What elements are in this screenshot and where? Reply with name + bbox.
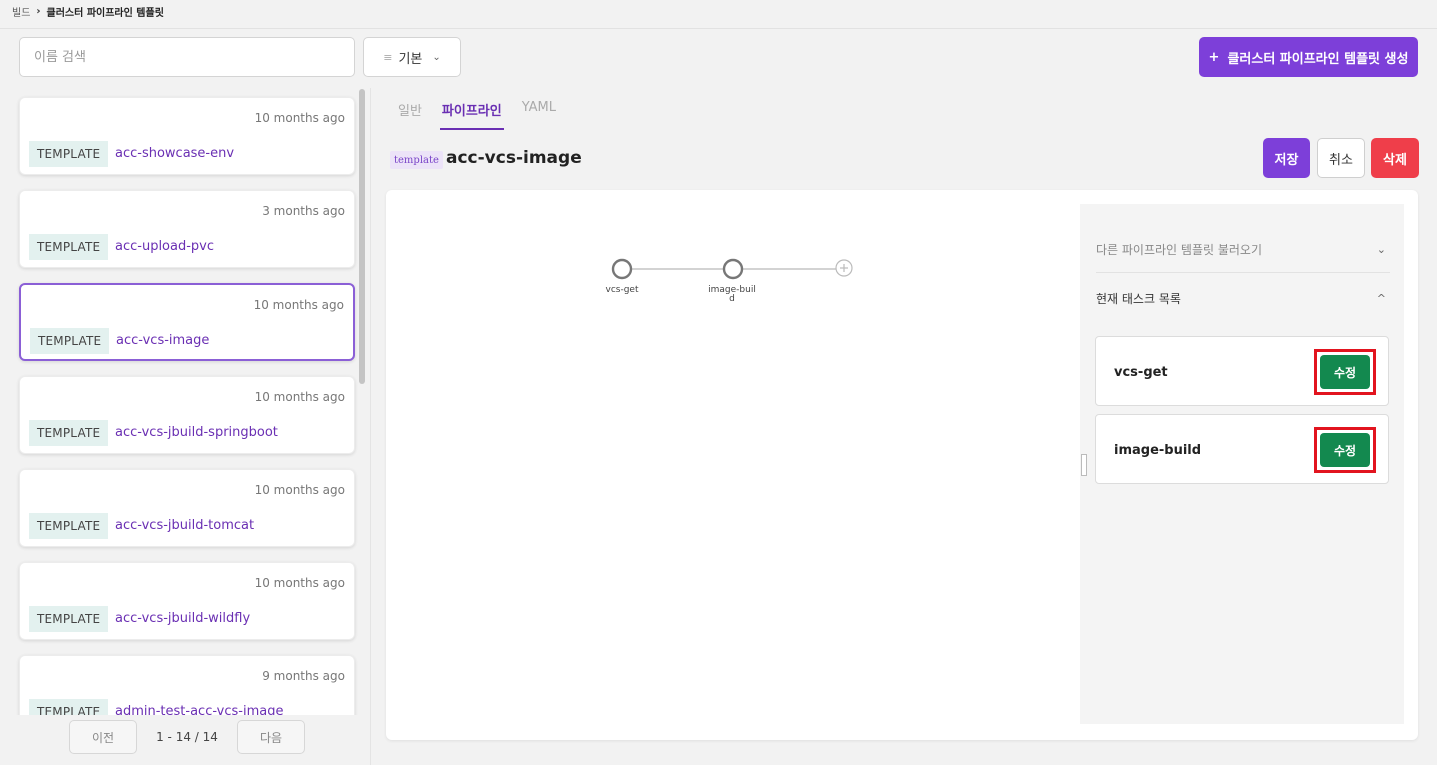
page-info: 1 - 14 / 14 [156,730,218,744]
template-badge: TEMPLATE [29,513,109,539]
detail-tabs: 일반 파이프라인 YAML [398,100,556,130]
header-divider [0,28,1437,29]
template-time: 10 months ago [254,483,345,497]
template-time: 10 months ago [254,111,345,125]
template-badge: TEMPLATE [30,328,110,354]
save-button[interactable]: 저장 [1263,138,1310,178]
template-card[interactable]: 3 months ago TEMPLATE acc-upload-pvc [19,190,355,268]
template-name: acc-vcs-image [116,333,210,348]
template-time: 10 months ago [253,298,344,312]
create-template-label: 클러스터 파이프라인 템플릿 생성 [1227,51,1409,67]
template-badge: TEMPLATE [29,699,109,715]
chevron-down-icon: ⌄ [432,51,441,63]
tab-general[interactable]: 일반 [398,100,422,130]
panel-resize-handle[interactable] [1081,454,1087,476]
template-card[interactable]: 10 months ago TEMPLATE acc-vcs-jbuild-wi… [19,562,355,640]
list-scrollbar[interactable] [359,89,365,384]
delete-button[interactable]: 삭제 [1371,138,1419,178]
template-name: acc-vcs-jbuild-wildfly [115,611,251,626]
sort-label: 기본 [398,51,423,67]
template-tag: template [390,151,443,169]
tab-yaml[interactable]: YAML [522,100,556,130]
pipeline-node-vcs-get[interactable] [611,258,633,280]
pagination: 이전 1 - 14 / 14 다음 [0,715,370,765]
template-time: 9 months ago [262,669,345,683]
edit-task-button[interactable]: 수정 [1320,433,1370,467]
chevron-up-icon: ^ [1376,291,1386,305]
template-time: 3 months ago [262,204,345,218]
template-badge: TEMPLATE [29,141,109,167]
template-name: acc-upload-pvc [115,239,215,254]
template-card[interactable]: 10 months ago TEMPLATE acc-vcs-jbuild-sp… [19,376,355,454]
add-circle-icon[interactable] [835,259,853,277]
template-card[interactable]: 10 months ago TEMPLATE acc-showcase-env [19,97,355,175]
template-name: acc-showcase-env [115,146,235,161]
next-page-button[interactable]: 다음 [237,720,305,754]
pipeline-node-image-build[interactable] [722,258,744,280]
cancel-button[interactable]: 취소 [1317,138,1365,178]
template-card-selected[interactable]: 10 months ago TEMPLATE acc-vcs-image [19,283,355,361]
template-card[interactable]: 9 months ago TEMPLATE admin-test-acc-vcs… [19,655,355,715]
template-badge: TEMPLATE [29,606,109,632]
edit-task-button[interactable]: 수정 [1320,355,1370,389]
task-side-panel: 다른 파이프라인 템플릿 불러오기 ⌄ 현재 태스크 목록 ^ vcs-get … [1080,204,1404,724]
template-card[interactable]: 10 months ago TEMPLATE acc-vcs-jbuild-to… [19,469,355,547]
pipeline-node-label: vcs-get [605,285,639,295]
load-other-template-label: 다른 파이프라인 템플릿 불러오기 [1096,243,1263,257]
create-template-button[interactable]: + 클러스터 파이프라인 템플릿 생성 [1199,37,1418,77]
template-name: acc-vcs-jbuild-tomcat [115,518,255,533]
task-list-accordion[interactable]: 현재 태스크 목록 ^ [1096,275,1390,321]
chevron-down-icon: ⌄ [1376,243,1386,256]
plus-icon: + [1208,49,1220,65]
pipeline-node-label: image-build [708,285,756,304]
load-other-template-accordion[interactable]: 다른 파이프라인 템플릿 불러오기 ⌄ [1096,227,1390,273]
breadcrumb: 빌드 › 클러스터 파이프라인 템플릿 [12,2,164,20]
prev-page-button[interactable]: 이전 [69,720,137,754]
task-list-label: 현재 태스크 목록 [1096,291,1181,306]
template-badge: TEMPLATE [29,234,109,260]
template-time: 10 months ago [254,390,345,404]
sort-dropdown[interactable]: ≡ 기본 ⌄ [363,37,461,77]
task-name: image-build [1114,443,1202,458]
task-name: vcs-get [1114,365,1168,380]
template-name: admin-test-acc-vcs-image [115,704,284,715]
task-card: image-build 수정 [1095,414,1389,484]
pipeline-graph [611,258,853,280]
template-name: acc-vcs-jbuild-springboot [115,425,278,440]
template-time: 10 months ago [254,576,345,590]
template-badge: TEMPLATE [29,420,109,446]
tab-pipeline[interactable]: 파이프라인 [439,100,504,130]
column-divider [370,88,371,765]
breadcrumb-separator-icon: › [36,5,41,17]
breadcrumb-root[interactable]: 빌드 [12,4,30,19]
pipeline-canvas: vcs-get image-build 다른 파이프라인 템플릿 불러오기 ⌄ … [386,190,1418,740]
search-input[interactable] [19,37,355,77]
template-list: 10 months ago TEMPLATE acc-showcase-env … [0,88,370,715]
page-title: acc-vcs-image [446,148,582,168]
breadcrumb-current: 클러스터 파이프라인 템플릿 [46,7,164,19]
filter-lines-icon: ≡ [383,50,393,64]
task-card: vcs-get 수정 [1095,336,1389,406]
